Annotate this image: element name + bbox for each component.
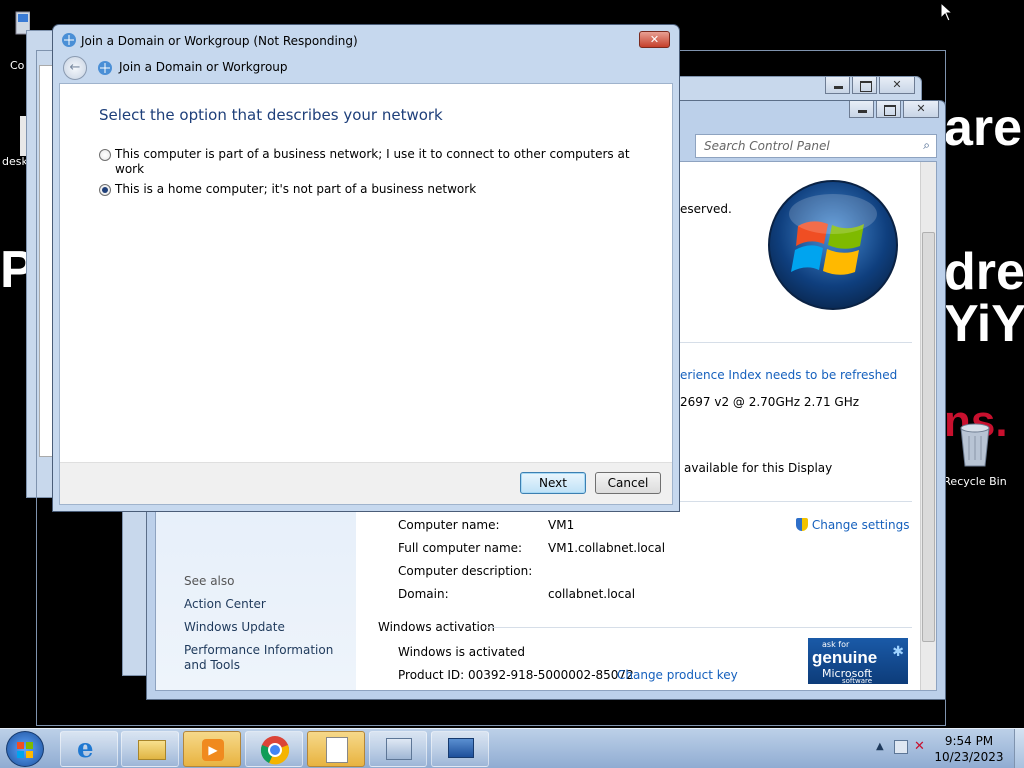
wallpaper-text-2: dres (944, 243, 1024, 301)
product-id: Product ID: 00392-918-5000002-85072 (398, 668, 634, 682)
taskbar-file[interactable] (307, 731, 365, 767)
domain-label: Domain: (398, 587, 449, 601)
domain-value: collabnet.local (548, 587, 636, 601)
system-tray: ▲ ✕ 9:54 PM 10/23/2023 (854, 729, 1024, 768)
recycle-bin-label: Recycle Bin (943, 475, 1007, 488)
cancel-button[interactable]: Cancel (595, 472, 661, 494)
chrome-icon (260, 736, 290, 765)
back-button[interactable]: ← (63, 56, 87, 80)
option-home[interactable]: This is a home computer; it's not part o… (115, 182, 476, 196)
taskbar-internet-explorer[interactable]: e (60, 731, 118, 767)
taskbar-media-player[interactable]: ▶ (183, 731, 241, 767)
taskbar: e ▶ ▲ ✕ 9:54 PM 10/23/2023 (0, 728, 1024, 768)
activation-heading: Windows activation (378, 620, 495, 634)
start-button[interactable] (6, 731, 44, 767)
windows-start-icon (17, 742, 33, 758)
description-label: Computer description: (398, 564, 533, 578)
change-settings-label: Change settings (811, 518, 910, 532)
clock-time[interactable]: 9:54 PM (934, 734, 1004, 748)
vertical-scrollbar[interactable] (920, 162, 936, 690)
show-hidden-icons-icon[interactable]: ▲ (876, 741, 884, 752)
desktop: are! dres YiY ns. P Co desk Recycle Bin (0, 0, 1024, 768)
desktop-icon-recycle-bin[interactable]: Recycle Bin (938, 420, 1012, 488)
back-arrow-icon: ← (69, 60, 81, 75)
wallpaper-text-1: are! (944, 99, 1024, 157)
wei-refresh-link[interactable]: erience Index needs to be refreshed (680, 368, 897, 382)
dialog-heading: Select the option that describes your ne… (99, 106, 443, 124)
taskbar-windows-explorer[interactable] (121, 731, 179, 767)
radio-home-computer[interactable] (99, 184, 111, 196)
see-also-heading: See also (184, 574, 235, 588)
copyright-text: eserved. (680, 202, 732, 216)
computer-name-value: VM1 (548, 518, 575, 532)
shield-icon (796, 518, 808, 531)
windows-logo (768, 180, 898, 310)
scrollbar-thumb[interactable] (922, 232, 935, 642)
mouse-cursor-icon (940, 2, 954, 22)
computer-name-label: Computer name: (398, 518, 500, 532)
maximize-button[interactable] (876, 101, 901, 118)
divider (680, 342, 912, 343)
genuine-line2: genuine (812, 648, 878, 667)
dialog-body: Select the option that describes your ne… (59, 83, 673, 505)
clock-date[interactable]: 10/23/2023 (934, 750, 1004, 764)
volume-muted-icon[interactable]: ✕ (914, 739, 925, 754)
dialog-title: Join a Domain or Workgroup (Not Respondi… (81, 34, 358, 48)
star-icon: ✱ (892, 644, 904, 660)
pen-touch-value: available for this Display (684, 461, 833, 475)
full-name-label: Full computer name: (398, 541, 523, 555)
minimize-button[interactable] (849, 101, 874, 118)
processor-value: 2697 v2 @ 2.70GHz 2.71 GHz (680, 395, 860, 409)
control-panel-icon (386, 738, 412, 760)
wallpaper-text-3: YiY (944, 295, 1024, 353)
search-control-panel-input[interactable]: Search Control Panel ⌕ (695, 134, 937, 158)
taskbar-remote-desktop[interactable] (431, 731, 489, 767)
activation-status: Windows is activated (398, 645, 525, 659)
option-business-line1[interactable]: This computer is part of a business netw… (115, 147, 630, 161)
taskbar-control-panel[interactable] (369, 731, 427, 767)
link-performance-info[interactable]: Performance Information and Tools (184, 643, 354, 673)
full-name-value: VM1.collabnet.local (548, 541, 666, 555)
network-icon (98, 61, 112, 75)
close-button[interactable]: ✕ (639, 31, 670, 48)
network-icon (62, 33, 76, 47)
search-icon[interactable]: ⌕ (923, 138, 930, 153)
show-desktop-button[interactable] (1014, 729, 1024, 768)
genuine-line4: software (842, 677, 873, 684)
folder-icon (138, 740, 166, 760)
media-player-icon: ▶ (202, 739, 224, 761)
option-business-line2[interactable]: work (115, 162, 144, 176)
remote-desktop-icon (448, 738, 474, 758)
document-icon (326, 737, 348, 763)
divider (486, 627, 912, 628)
change-product-key-link[interactable]: Change product key (617, 668, 738, 682)
link-windows-update[interactable]: Windows Update (184, 620, 285, 634)
taskbar-chrome[interactable] (245, 731, 303, 767)
dialog-breadcrumb: Join a Domain or Workgroup (119, 60, 288, 74)
dialog-footer: Next Cancel (60, 462, 672, 504)
link-action-center[interactable]: Action Center (184, 597, 266, 611)
next-button[interactable]: Next (520, 472, 586, 494)
search-placeholder: Search Control Panel (704, 139, 830, 153)
genuine-microsoft-badge[interactable]: ask for genuine Microsoft software ✱ (808, 638, 908, 684)
network-tray-icon[interactable] (894, 740, 908, 754)
radio-business-network[interactable] (99, 149, 111, 161)
join-domain-dialog: Join a Domain or Workgroup (Not Respondi… (52, 24, 680, 512)
close-button[interactable] (903, 101, 939, 118)
change-settings-link[interactable]: Change settings (796, 518, 909, 532)
internet-explorer-icon: e (77, 734, 94, 764)
recycle-bin-icon (960, 423, 990, 467)
